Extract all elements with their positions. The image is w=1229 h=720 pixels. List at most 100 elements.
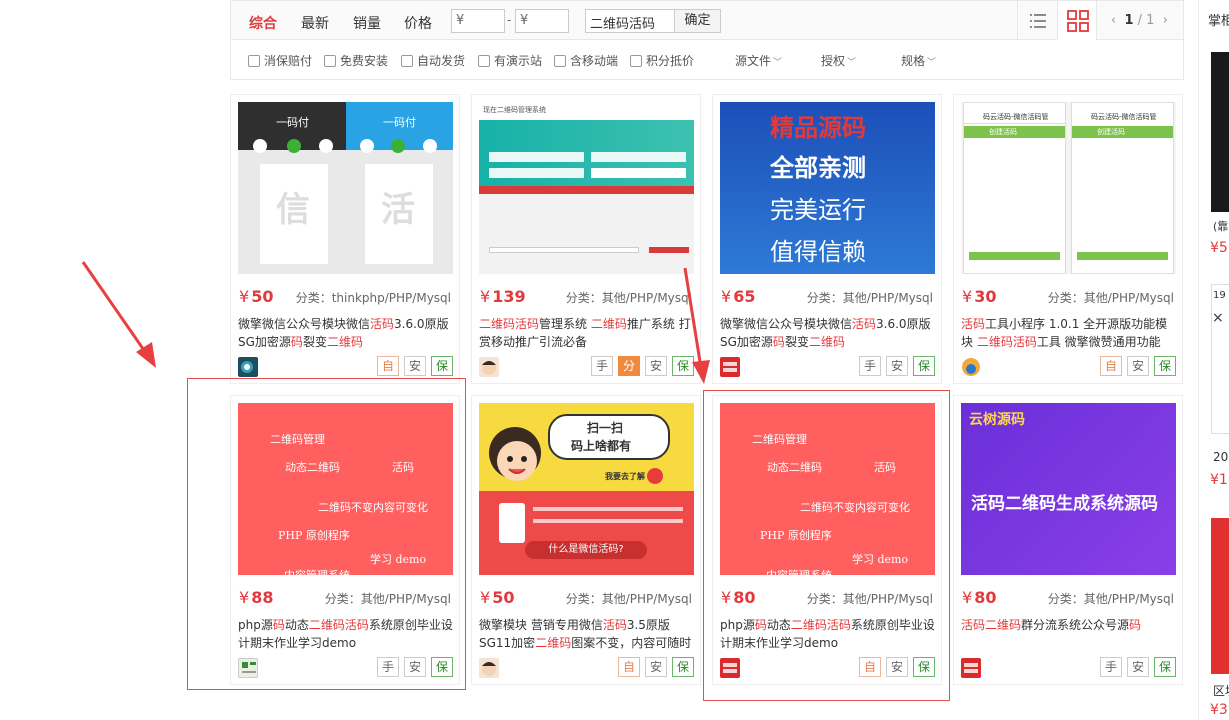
product-title[interactable]: 二维码活码管理系统 二维码推广系统 打赏移动推广引流必备 <box>479 315 697 351</box>
thumb-text: 扫一扫 <box>587 421 624 435</box>
filter-check-mobile[interactable]: 含移动端 <box>554 52 618 69</box>
checkbox-icon <box>401 54 413 67</box>
pager: ‹ 1 / 1 › <box>1111 13 1168 28</box>
product-title[interactable]: 微擎模块 营销专用微信活码3.5原版SG11加密二维码图案不变，内容可随时 <box>479 616 697 652</box>
product-card[interactable]: 云树源码 活码二维码生成系统源码 ¥80 分类：其他/PHP/Mysql 活码二… <box>953 395 1183 685</box>
seller-avatar[interactable] <box>961 357 981 377</box>
price-max-input[interactable]: ¥ <box>515 9 569 33</box>
badge-guarantee: 保 <box>913 356 935 376</box>
product-title[interactable]: 微擎微信公众号模块微信活码3.6.0原版SG加密源码裂变二维码 <box>720 315 938 351</box>
title-keyword-highlight: 活码二维码 <box>961 618 1022 632</box>
product-thumbnail[interactable]: 扫一扫 码上啥都有 我要去了解 什么是微信活码? <box>479 403 694 575</box>
thumb-text: 创建活码 <box>1097 128 1125 136</box>
grid-icon <box>1067 10 1089 32</box>
close-icon[interactable]: × <box>1212 310 1224 326</box>
annotation-highlight-box <box>187 378 466 690</box>
badge-manual: 手 <box>591 356 613 376</box>
service-badges: 手 安 保 <box>1100 657 1176 677</box>
badge-share: 分 <box>618 356 640 376</box>
filter-check-free-install[interactable]: 免费安装 <box>324 52 388 69</box>
service-badges: 自 安 保 <box>1100 356 1176 376</box>
checkbox-icon <box>554 54 566 67</box>
product-thumbnail[interactable]: 码云活码-微信活码管 码云活码-微信活码管 创建活码 创建活码 <box>961 102 1176 274</box>
payment-icons <box>253 139 437 153</box>
thumb-text: 一码付 <box>383 116 416 129</box>
product-thumbnail[interactable]: 精品源码 全部亲测 完美运行 值得信赖 <box>720 102 935 274</box>
sort-sales[interactable]: 销量 <box>353 13 381 33</box>
product-category: 分类：其他/PHP/Mysql <box>1047 291 1174 305</box>
list-view-button[interactable] <box>1017 1 1057 41</box>
annotation-highlight-box <box>703 390 950 701</box>
filter-dropdown-spec[interactable]: 规格 ﹀ <box>901 52 936 69</box>
product-title[interactable]: 微擎微信公众号模块微信活码3.6.0原版SG加密源码裂变二维码 <box>238 315 456 351</box>
filter-dropdown-license[interactable]: 授权 ﹀ <box>821 52 856 69</box>
title-keyword-highlight: 活码 <box>602 618 627 632</box>
sort-toolbar: 综合 最新 销量 价格 ¥ - ¥ 二维码活码 确定 ‹ 1 / 1 › <box>230 0 1184 41</box>
product-card[interactable]: 码云活码-微信活码管 码云活码-微信活码管 创建活码 创建活码 ¥30 分类：其… <box>953 94 1183 384</box>
confirm-button[interactable]: 确定 <box>674 9 721 33</box>
sort-newest[interactable]: 最新 <box>301 13 329 33</box>
side-thumb[interactable] <box>1211 52 1229 212</box>
product-thumbnail[interactable]: 云树源码 活码二维码生成系统源码 <box>961 403 1176 575</box>
product-thumbnail[interactable]: 一码付 一码付 信 活 <box>238 102 453 274</box>
product-card[interactable]: 扫一扫 码上啥都有 我要去了解 什么是微信活码? ¥50 分类：其他/PHP/M… <box>471 395 701 685</box>
filter-dropdown-source[interactable]: 源文件 ﹀ <box>735 52 782 69</box>
title-keyword-highlight: 活码 <box>515 317 540 331</box>
seller-face-icon <box>482 361 496 375</box>
product-price: ¥139 <box>480 287 526 306</box>
seller-avatar[interactable] <box>961 658 981 678</box>
badge-guarantee: 保 <box>1154 657 1176 677</box>
service-badges: 自 安 保 <box>377 356 453 376</box>
product-price: ¥50 <box>480 588 515 607</box>
product-card[interactable]: 精品源码 全部亲测 完美运行 值得信赖 ¥65 分类：其他/PHP/Mysql … <box>712 94 942 384</box>
product-price: ¥80 <box>962 588 997 607</box>
checkbox-icon <box>324 54 336 67</box>
seller-logo-icon <box>723 362 737 372</box>
title-keyword-highlight: 二维码 <box>590 317 627 331</box>
seller-logo-icon <box>962 358 980 376</box>
seller-avatar[interactable] <box>720 357 740 377</box>
badge-install: 安 <box>1127 657 1149 677</box>
seller-avatar[interactable] <box>479 658 499 678</box>
filter-check-consumer-protection[interactable]: 消保赔付 <box>248 52 312 69</box>
thumb-text: 信 <box>276 190 310 230</box>
side-thumb[interactable] <box>1211 518 1229 674</box>
side-title: 20 <box>1213 450 1229 464</box>
side-thumb[interactable] <box>1211 284 1229 434</box>
pager-next[interactable]: › <box>1163 13 1168 28</box>
filter-check-demo-site[interactable]: 有演示站 <box>478 52 542 69</box>
sort-price[interactable]: 价格 <box>404 13 432 33</box>
thumb-text: 我要去了解 <box>605 472 645 481</box>
thumb-text: 活码二维码生成系统源码 <box>971 494 1158 514</box>
badge-guarantee: 保 <box>1154 356 1176 376</box>
product-card[interactable]: 现在二维码管理系统 ¥139 分类：其他/PHP/Mysql 二维码活码管理系统… <box>471 94 701 384</box>
sort-comprehensive[interactable]: 综合 <box>249 13 277 33</box>
badge-manual: 手 <box>1100 657 1122 677</box>
keyword-input[interactable]: 二维码活码 <box>585 9 675 33</box>
product-title[interactable]: 活码工具小程序 1.0.1 全开源版功能模块 二维码活码工具 微擎微赞通用功能 <box>961 315 1179 351</box>
checkbox-icon <box>630 54 642 67</box>
list-icon <box>1030 14 1046 28</box>
title-text: 群分流系统公众号源 <box>1021 618 1130 632</box>
filter-check-points[interactable]: 积分抵价 <box>630 52 694 69</box>
badge-manual: 手 <box>859 356 881 376</box>
title-text: 图案不变，内容可随时 <box>571 636 692 650</box>
product-title[interactable]: 活码二维码群分流系统公众号源码 <box>961 616 1179 652</box>
pager-prev[interactable]: ‹ <box>1111 13 1116 28</box>
side-num: 19 <box>1213 290 1226 301</box>
product-price: ¥65 <box>721 287 756 306</box>
thumb-text: 什么是微信活码? <box>525 541 647 559</box>
badge-guarantee: 保 <box>672 657 694 677</box>
title-keyword-highlight: 二维码 <box>326 335 363 349</box>
product-thumbnail[interactable]: 现在二维码管理系统 <box>479 102 694 274</box>
grid-view-button[interactable] <box>1057 1 1097 41</box>
title-keyword-highlight: 活码 <box>852 317 877 331</box>
product-card[interactable]: 一码付 一码付 信 活 ¥50 分类：thinkphp/PHP/Mysql 微擎… <box>230 94 460 384</box>
filter-check-auto-ship[interactable]: 自动发货 <box>401 52 465 69</box>
seller-avatar[interactable] <box>479 357 499 377</box>
chevron-down-icon: ﹀ <box>927 58 937 68</box>
price-min-input[interactable]: ¥ <box>451 9 505 33</box>
seller-avatar[interactable] <box>238 357 258 377</box>
product-category: 分类：其他/PHP/Mysql <box>565 592 692 606</box>
service-badges: 自 安 保 <box>618 657 694 677</box>
